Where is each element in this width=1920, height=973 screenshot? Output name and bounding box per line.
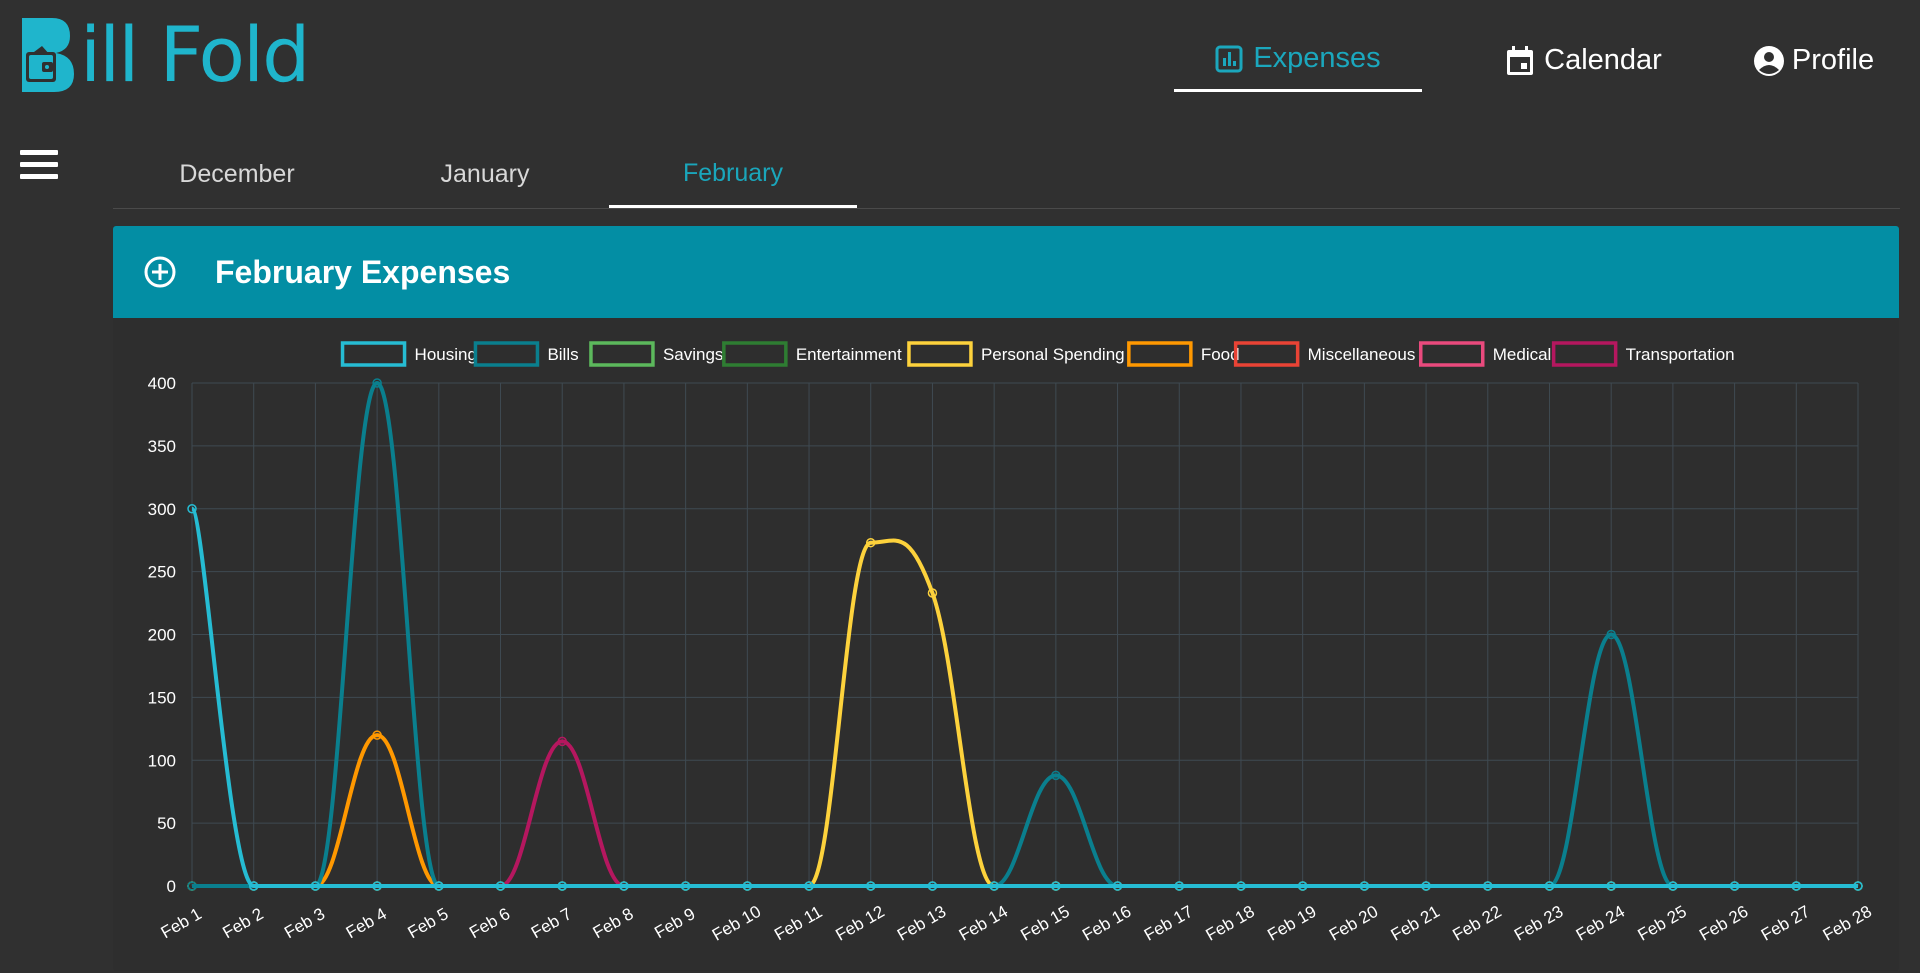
month-tabs: December January February (113, 142, 1900, 209)
legend-item: Entertainment (722, 341, 902, 367)
x-tick-label: Feb 26 (1696, 902, 1751, 945)
x-tick-label: Feb 6 (466, 904, 513, 942)
x-tick-label: Feb 8 (590, 904, 637, 942)
card-header: February Expenses (113, 226, 1899, 318)
y-tick-label: 0 (167, 877, 176, 896)
legend-label: Bills (547, 345, 578, 364)
x-tick-label: Feb 20 (1326, 902, 1381, 945)
y-tick-label: 300 (148, 500, 176, 519)
x-tick-label: Feb 2 (219, 904, 266, 942)
expenses-card: February Expenses 0 50 100 150 200 250 300 350 4… (113, 226, 1899, 971)
legend-item: Personal Spending (907, 341, 1125, 367)
legend-label: Transportation (1626, 345, 1735, 364)
x-tick-label: Feb 3 (281, 904, 328, 942)
legend-label: Savings (663, 345, 723, 364)
nav-calendar-label: Calendar (1544, 43, 1662, 76)
y-tick-label: 250 (148, 563, 176, 582)
x-tick-label: Feb 27 (1758, 902, 1813, 945)
y-tick-label: 350 (148, 437, 176, 456)
legend-item: Bills (473, 341, 579, 367)
bar-chart-icon (1215, 45, 1243, 73)
top-nav: Expenses Calendar Profile (1148, 30, 1920, 106)
x-tick-label: Feb 5 (404, 904, 451, 942)
legend-swatch (907, 341, 973, 367)
x-tick-label: Feb 9 (651, 904, 698, 942)
x-tick-label: Feb 21 (1388, 902, 1443, 945)
add-circle-icon[interactable] (143, 255, 177, 289)
legend-label: Miscellaneous (1308, 345, 1416, 364)
x-tick-label: Feb 22 (1449, 902, 1504, 945)
x-tick-label: Feb 19 (1264, 902, 1319, 945)
legend-item: Transportation (1551, 341, 1735, 367)
legend-swatch (722, 341, 788, 367)
legend-label: Housing (415, 345, 477, 364)
account-circle-icon (1753, 46, 1784, 76)
calendar-icon (1506, 46, 1534, 75)
nav-expenses-inner[interactable]: Expenses (1174, 29, 1422, 92)
nav-expenses[interactable]: Expenses (1148, 29, 1448, 92)
legend-swatch (1551, 341, 1618, 367)
app-logo[interactable]: ill Fold (20, 10, 310, 99)
nav-calendar[interactable]: Calendar (1448, 30, 1720, 90)
nav-profile-label: Profile (1791, 43, 1875, 76)
series-line (192, 739, 1858, 888)
y-tick-label: 400 (148, 374, 176, 393)
card-title: February Expenses (215, 253, 511, 290)
app-name: ill Fold (80, 10, 310, 99)
legend-swatch (1233, 341, 1300, 367)
x-tick-label: Feb 17 (1141, 902, 1196, 945)
x-tick-label: Feb 28 (1820, 902, 1875, 945)
legend-swatch (340, 341, 407, 367)
x-tick-label: Feb 15 (1017, 902, 1072, 945)
x-tick-label: Feb 7 (528, 904, 575, 942)
x-tick-label: Feb 23 (1511, 902, 1566, 945)
x-tick-label: Feb 1 (158, 904, 205, 942)
x-tick-label: Feb 11 (771, 902, 825, 944)
y-tick-label: 200 (148, 626, 176, 645)
legend-item: Miscellaneous (1233, 341, 1416, 367)
legend-item: Medical (1419, 341, 1552, 367)
series-line (192, 733, 1858, 888)
legend-label: Entertainment (796, 345, 902, 364)
x-tick-label: Feb 14 (956, 902, 1011, 945)
nav-profile[interactable]: Profile (1720, 30, 1920, 90)
legend-swatch (473, 341, 540, 367)
menu-icon[interactable] (20, 150, 58, 180)
legend-swatch (1419, 341, 1485, 367)
legend-label: Medical (1493, 345, 1552, 364)
legend-item: Savings (589, 341, 723, 367)
nav-expenses-label: Expenses (1253, 42, 1381, 74)
chart-legend: Housing Bills Savings Entertainment Personal… (340, 341, 1735, 367)
legend-swatch (1127, 341, 1193, 367)
x-tick-label: Feb 10 (709, 902, 764, 945)
y-tick-label: 50 (157, 814, 176, 833)
legend-item: Food (1127, 341, 1240, 367)
tab-february[interactable]: February (609, 142, 857, 208)
expenses-line-chart: 0 50 100 150 200 250 300 350 400 Feb 1 Feb 2 Feb 3 F… (148, 341, 1875, 945)
tab-december[interactable]: December (113, 142, 361, 206)
legend-label: Personal Spending (981, 345, 1125, 364)
y-tick-label: 150 (148, 688, 176, 707)
x-tick-label: Feb 16 (1079, 902, 1134, 945)
y-tick-label: 100 (148, 751, 176, 770)
x-tick-label: Feb 18 (1203, 902, 1258, 945)
x-tick-label: Feb 4 (343, 904, 390, 942)
legend-label: Food (1201, 345, 1240, 364)
x-tick-label: Feb 12 (832, 902, 887, 945)
x-tick-label: Feb 25 (1634, 902, 1689, 945)
x-tick-label: Feb 24 (1573, 902, 1628, 945)
tab-january[interactable]: January (361, 142, 609, 206)
legend-swatch (589, 341, 655, 367)
legend-item: Housing (340, 341, 477, 367)
x-tick-label: Feb 13 (894, 902, 949, 945)
wallet-logo-icon (20, 16, 76, 94)
